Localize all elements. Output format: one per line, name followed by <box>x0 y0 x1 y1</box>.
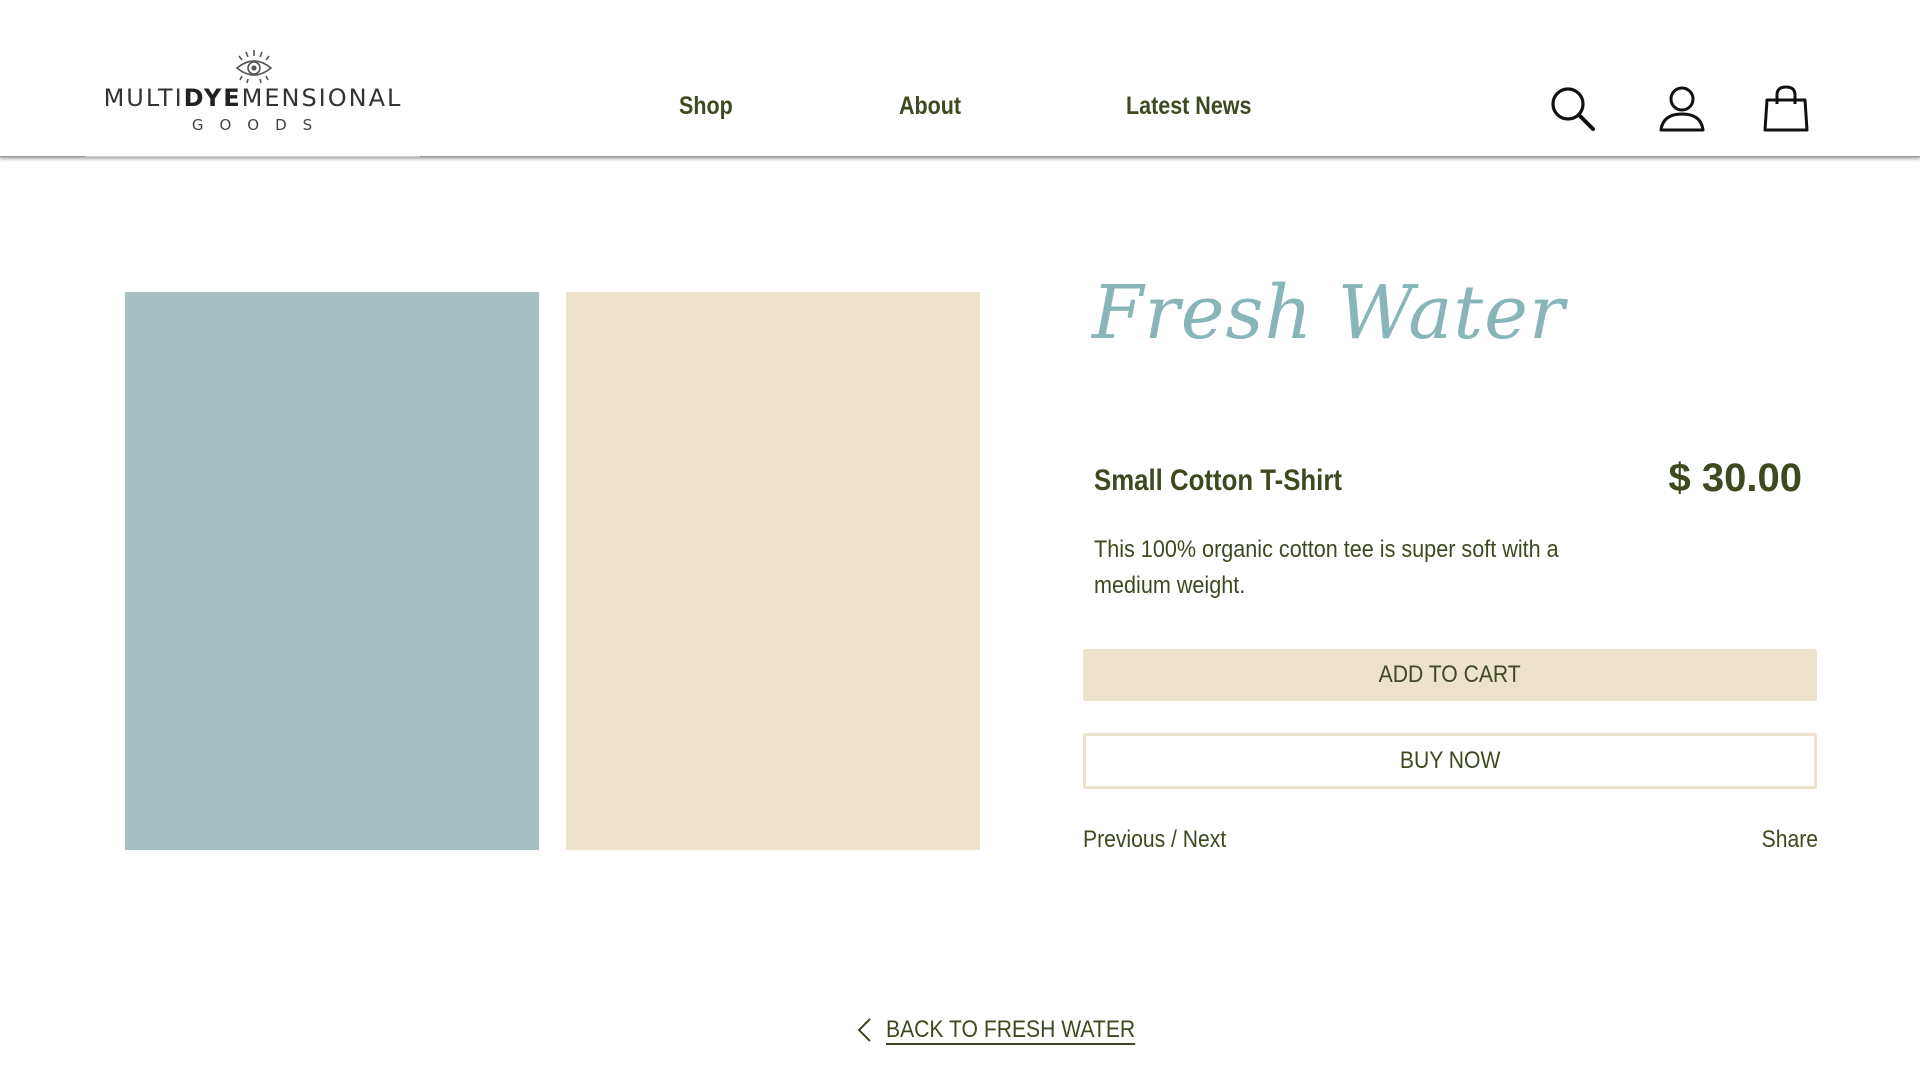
product-price: $ 30.00 <box>1668 456 1802 500</box>
product-image-swatch-cream[interactable] <box>566 292 980 850</box>
product-description: This 100% organic cotton tee is super so… <box>1094 536 1559 599</box>
logo-subtitle: GOODS <box>191 116 329 134</box>
prev-next-separator: / <box>1165 826 1183 853</box>
chevron-left-icon <box>857 1018 871 1042</box>
back-to-collection[interactable]: BACK TO FRESH WATER <box>854 1016 1169 1044</box>
add-to-cart-button[interactable]: ADD TO CART <box>1083 649 1817 701</box>
next-link[interactable]: Next <box>1183 826 1226 853</box>
add-to-cart-label: ADD TO CART <box>1378 661 1522 688</box>
buy-now-label: BUY NOW <box>1399 747 1501 774</box>
back-link-label[interactable]: BACK TO FRESH WATER <box>886 1016 1135 1044</box>
previous-link[interactable]: Previous <box>1083 826 1165 853</box>
prev-next-nav: Previous / Next <box>1083 826 1226 854</box>
nav-about[interactable]: About <box>899 92 961 121</box>
site-header: MULTIDYEMENSIONAL GOODS Shop About Lates… <box>0 0 1920 157</box>
share-link[interactable]: Share <box>1762 826 1818 854</box>
eye-icon <box>235 50 273 84</box>
logo[interactable]: MULTIDYEMENSIONAL GOODS <box>86 18 420 157</box>
search-icon[interactable] <box>1548 84 1598 134</box>
cart-bag-icon[interactable] <box>1761 84 1811 134</box>
logo-wordmark: MULTIDYEMENSIONAL <box>103 84 403 112</box>
product-name: Small Cotton T-Shirt <box>1094 464 1342 497</box>
product-image-swatch-blue[interactable] <box>125 292 539 850</box>
collection-title: Fresh Water <box>1092 270 1566 356</box>
buy-now-button[interactable]: BUY NOW <box>1083 733 1817 789</box>
nav-latest-news[interactable]: Latest News <box>1126 92 1251 121</box>
account-icon[interactable] <box>1657 84 1707 134</box>
nav-shop[interactable]: Shop <box>679 92 733 121</box>
